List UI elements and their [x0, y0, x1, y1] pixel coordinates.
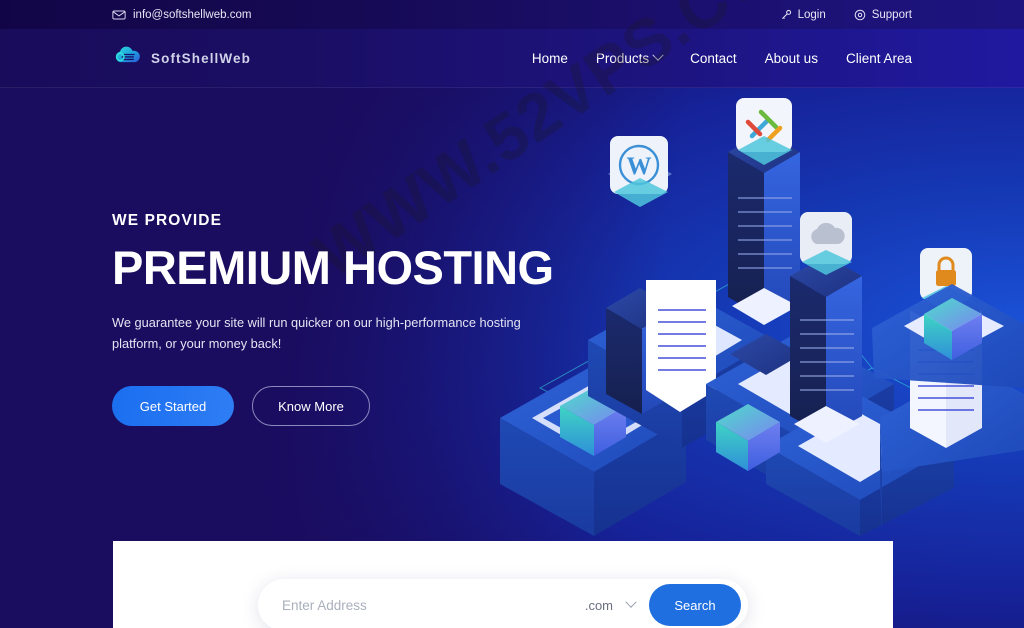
nav-item-about-us-label: About us: [764, 50, 818, 66]
key-icon: [780, 9, 792, 21]
get-started-button[interactable]: Get Started: [112, 386, 234, 427]
nav-links: Home Products Contact About us Client Ar…: [532, 49, 912, 66]
nav-item-client-area-label: Client Area: [845, 50, 912, 66]
cloud-logo-icon: [112, 45, 142, 72]
domain-search-bar: .com Search: [258, 579, 748, 628]
support-link[interactable]: Support: [854, 9, 912, 21]
nav-item-products-label: Products: [595, 50, 650, 66]
envelope-icon: [112, 8, 126, 22]
topbar-email-text: info@softshellweb.com: [133, 8, 252, 21]
nav-item-contact[interactable]: Contact: [690, 51, 737, 66]
login-label: Login: [797, 8, 826, 21]
hero-content: WE PROVIDE PREMIUM HOSTING We guarantee …: [112, 212, 582, 427]
main-navbar: SoftShellWeb Home Products Contact About…: [0, 29, 1024, 88]
tld-select[interactable]: .com: [584, 596, 637, 613]
tld-selected-value: .com: [584, 597, 613, 613]
know-more-button[interactable]: Know More: [252, 386, 370, 427]
chevron-down-icon: [625, 596, 637, 608]
nav-item-home[interactable]: Home: [532, 51, 568, 66]
login-link[interactable]: Login: [780, 9, 826, 21]
page-root: info@softshellweb.com Login Support Soft…: [0, 0, 1024, 628]
support-label: Support: [871, 8, 912, 21]
top-utility-bar: info@softshellweb.com Login Support: [0, 0, 1024, 29]
site-logo[interactable]: SoftShellWeb: [112, 45, 251, 72]
topbar-links: Login Support: [780, 9, 912, 21]
hero-buttons: Get Started Know More: [112, 386, 582, 427]
page-title: PREMIUM HOSTING: [112, 241, 554, 294]
topbar-email[interactable]: info@softshellweb.com: [112, 8, 251, 22]
svg-text:W: W: [627, 153, 652, 180]
hero-subcopy: We guarantee your site will run quicker …: [112, 315, 521, 351]
search-input[interactable]: [282, 597, 585, 613]
nav-item-client-area[interactable]: Client Area: [846, 51, 912, 66]
nav-item-about-us[interactable]: About us: [765, 51, 818, 66]
site-logo-text: SoftShellWeb: [151, 50, 251, 66]
nav-item-home-label: Home: [531, 50, 568, 66]
platform-far-right: [872, 284, 1024, 388]
domain-search-card: .com Search: [113, 541, 893, 628]
search-button[interactable]: Search: [649, 584, 741, 626]
hero-eyebrow: WE PROVIDE: [112, 212, 223, 229]
nav-item-contact-label: Contact: [690, 50, 737, 66]
nav-item-products[interactable]: Products: [595, 49, 664, 66]
chevron-down-icon: [652, 49, 664, 61]
support-circle-icon: [854, 9, 866, 21]
